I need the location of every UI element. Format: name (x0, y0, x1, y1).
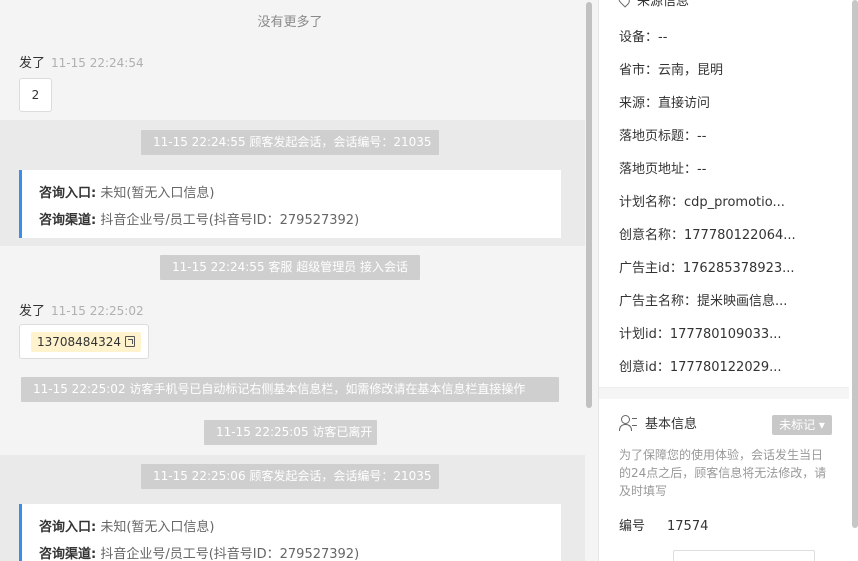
section-divider (599, 387, 849, 399)
info-field-plan-id: 计划id：177780109033... (619, 327, 782, 342)
system-message: 11-15 22:24:55 顾客发起会话，会话编号：21035 (141, 130, 439, 155)
system-message: 11-15 22:25:02 访客手机号已自动标记右侧基本信息栏，如需修改请在基… (21, 377, 559, 402)
basic-info-title: 基本信息 (645, 417, 698, 432)
basic-info-header: 基本信息 (619, 413, 697, 432)
visitor-id-label: 编号 (619, 519, 646, 534)
info-field-source: 来源：直接访问 (619, 96, 711, 111)
source-info-header: 来源信息 (615, 0, 690, 9)
visitor-id-value: 17574 (667, 519, 709, 534)
message-text: 2 (31, 88, 40, 102)
edit-notice: 为了保障您的使用体验，会话发生当日的24点之后，顾客信息将无法修改，请及时填写 (619, 448, 827, 498)
phone-number: 13708484324 (37, 334, 121, 349)
message-sender: 发了 (19, 304, 46, 319)
message-header: 发了 11-15 22:25:02 (19, 300, 144, 319)
message-bubble: 13708484324 (19, 324, 149, 359)
info-field-landing-title: 落地页标题：-- (619, 129, 707, 144)
consult-entry-row: 咨询入口: 未知(暂无入口信息) (39, 186, 215, 201)
message-sender: 发了 (19, 56, 46, 71)
consult-channel-row: 咨询渠道: 抖音企业号/员工号(抖音号ID：279527392) (39, 213, 360, 228)
system-message: 11-15 22:24:55 客服 超级管理员 接入会话 (160, 255, 420, 280)
info-field-creative-id: 创意id：177780122029... (619, 360, 782, 375)
info-input-field[interactable] (673, 550, 815, 561)
info-field-advertiser-id: 广告主id：176285378923... (619, 261, 795, 276)
system-message: 11-15 22:25:05 访客已离开 (204, 420, 377, 445)
message-time: 11-15 22:25:02 (51, 304, 144, 318)
visitor-id-row: 编号 17574 (619, 515, 708, 534)
copy-icon[interactable] (124, 336, 135, 347)
message-header: 发了 11-15 22:24:54 (19, 52, 144, 71)
info-field-device: 设备：-- (619, 30, 668, 45)
consult-channel-row: 咨询渠道: 抖音企业号/员工号(抖音号ID：279527392) (39, 547, 360, 561)
user-info-icon (619, 414, 637, 432)
consult-entry-row: 咨询入口: 未知(暂无入口信息) (39, 520, 215, 535)
location-pin-icon (615, 0, 633, 8)
source-info-title: 来源信息 (637, 0, 690, 9)
message-time: 11-15 22:24:54 (51, 56, 144, 70)
info-scrollbar[interactable] (852, 0, 858, 528)
info-field-plan-name: 计划名称：cdp_promotio... (619, 195, 785, 210)
message-bubble: 2 (19, 78, 52, 112)
system-message: 11-15 22:25:06 顾客发起会话，会话编号：21035 (141, 464, 439, 489)
phone-number-chip[interactable]: 13708484324 (31, 331, 141, 352)
info-field-landing-url: 落地页地址：-- (619, 162, 707, 177)
chat-scrollbar-thumb[interactable] (586, 2, 592, 408)
info-field-creative-name: 创意名称：177780122064... (619, 228, 796, 243)
chat-panel[interactable]: 没有更多了 发了 11-15 22:24:54 2 11-15 22:24:55 … (0, 0, 598, 561)
tag-dropdown-button[interactable]: 未标记 ▾ (772, 415, 832, 435)
info-field-region: 省市：云南，昆明 (619, 63, 724, 78)
info-field-advertiser-name: 广告主名称：提米映画信息... (619, 294, 788, 309)
no-more-label: 没有更多了 (257, 15, 323, 30)
consult-card: 咨询入口: 未知(暂无入口信息) 咨询渠道: 抖音企业号/员工号(抖音号ID：2… (19, 170, 561, 238)
visitor-info-panel[interactable]: 来源信息 设备：-- 省市：云南，昆明 来源：直接访问 落地页标题：-- 落地页… (598, 0, 858, 561)
consult-card: 咨询入口: 未知(暂无入口信息) 咨询渠道: 抖音企业号/员工号(抖音号ID：2… (19, 504, 561, 561)
